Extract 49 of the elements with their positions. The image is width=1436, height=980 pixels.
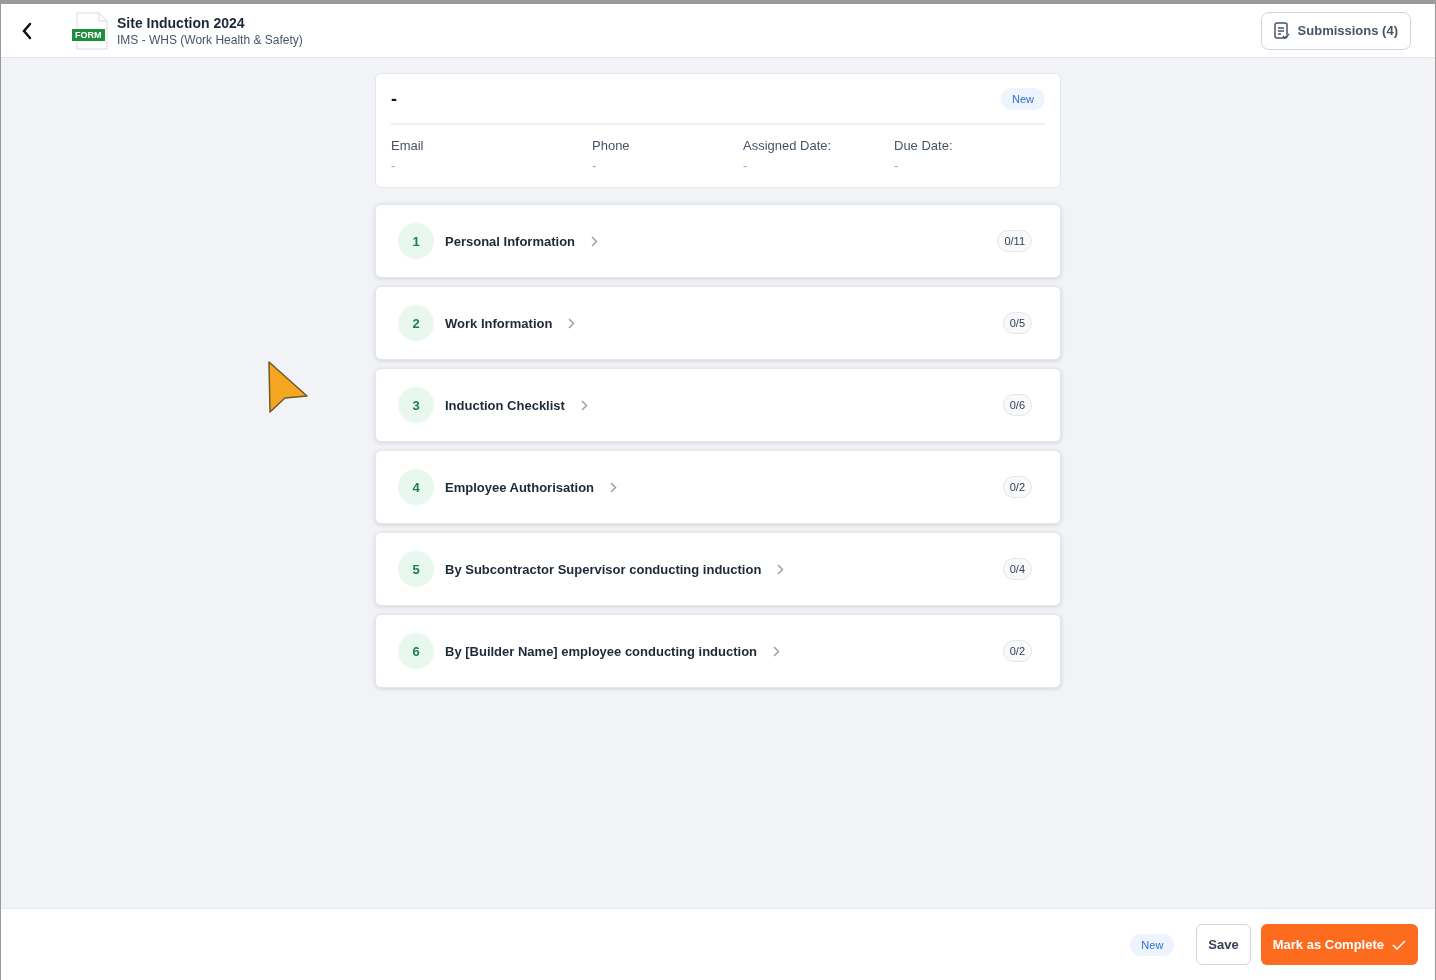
section-number: 3 [398,387,434,423]
checkmark-icon [1392,939,1406,950]
chevron-right-icon [568,317,576,329]
section-card[interactable]: 4 Employee Authorisation 0/2 [375,450,1061,524]
form-title: Site Induction 2024 [117,14,246,31]
section-number: 1 [398,223,434,259]
field-value: - [894,158,900,173]
section-number: 5 [398,551,434,587]
pointer-cursor-icon [267,360,309,414]
section-number: 2 [398,305,434,341]
chevron-left-icon [21,21,33,40]
section-title: Work Information [445,315,553,331]
chevron-right-icon [610,481,618,493]
clipboard-check-icon [1273,21,1290,40]
section-title: Employee Authorisation [445,479,595,495]
progress-count: 0/2 [1002,640,1032,662]
section-card[interactable]: 5 By Subcontractor Supervisor conducting induction 0/4 [375,532,1061,606]
section-title: Induction Checklist [445,397,565,413]
chevron-right-icon [777,563,785,575]
submissions-button[interactable]: Submissions (4) [1260,11,1411,50]
section-title: Personal Information [445,233,576,249]
section-card[interactable]: 6 By [Builder Name] employee conducting induction 0/2 [375,614,1061,688]
save-button[interactable]: Save [1196,924,1251,965]
section-title: By [Builder Name] employee conducting induction [445,643,758,659]
progress-count: 0/11 [997,230,1032,252]
chevron-right-icon [773,645,781,657]
progress-count: 0/2 [1002,476,1032,498]
section-card[interactable]: 3 Induction Checklist 0/6 [375,368,1061,442]
status-badge: New [1001,88,1045,110]
section-card[interactable]: 1 Personal Information 0/11 [375,204,1061,278]
field-value: - [743,158,749,173]
progress-count: 0/6 [1002,394,1032,416]
field-value: - [391,158,397,173]
section-card[interactable]: 2 Work Information 0/5 [375,286,1061,360]
section-number: 6 [398,633,434,669]
form-category: IMS - WHS (Work Health & Safety) [117,32,304,47]
field-label: Email [391,138,425,153]
chevron-right-icon [591,235,599,247]
assignee-name: - [391,88,397,110]
progress-count: 0/5 [1002,312,1032,334]
field-label: Due Date: [894,138,953,153]
status-badge: New [1130,933,1175,956]
chevron-right-icon [580,399,588,411]
section-title: By Subcontractor Supervisor conducting induction [445,561,762,577]
progress-count: 0/4 [1002,558,1032,580]
section-number: 4 [398,469,434,505]
field-value: - [592,158,598,173]
field-label: Phone [592,138,631,153]
field-label: Assigned Date: [743,138,833,153]
